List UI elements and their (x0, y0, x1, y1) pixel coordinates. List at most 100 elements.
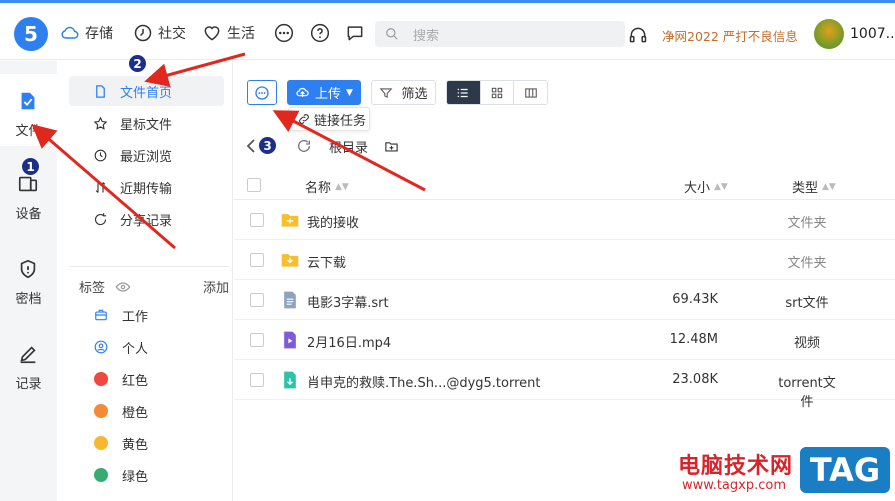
tag-item-orange[interactable]: 橙色 (94, 401, 148, 421)
left-rail: 文件 设备 密档 记录 (0, 61, 57, 501)
tags-header: 标签 添加 (79, 277, 229, 296)
new-folder-icon (385, 141, 398, 151)
more-actions-button[interactable] (247, 80, 277, 105)
add-tag-button[interactable]: 添加 (203, 277, 229, 296)
row-checkbox[interactable] (250, 213, 264, 227)
file-menu-panel: 文件首页 星标文件 最近浏览 近期传输 分享记录 标签 添加 工作 个人 红色 … (57, 61, 233, 501)
person-icon (94, 340, 108, 354)
table-row[interactable]: 电影3字幕.srt 69.43K srt文件 (234, 280, 895, 320)
column-type[interactable]: 类型 ▲▼ (792, 177, 836, 196)
nav-storage[interactable]: 存储 (60, 22, 113, 44)
view-mode-switch (446, 80, 548, 105)
list-view-button[interactable] (447, 81, 481, 104)
row-checkbox[interactable] (250, 253, 264, 267)
file-size: 69.43K (672, 292, 718, 307)
filter-button[interactable]: 筛选 (371, 80, 436, 105)
filter-icon (380, 87, 393, 98)
menu-item-starred[interactable]: 星标文件 (69, 108, 224, 138)
new-folder-button[interactable] (384, 136, 399, 156)
nav-life[interactable]: 生活 (202, 22, 255, 44)
file-type: 视频 (793, 336, 820, 351)
row-checkbox[interactable] (250, 373, 264, 387)
avatar[interactable] (814, 19, 844, 49)
file-name: 2月16日.mp4 (307, 336, 392, 351)
help-icon[interactable] (310, 23, 330, 43)
search-placeholder: 搜索 (413, 28, 440, 44)
table-row[interactable]: 云下载 文件夹 (234, 240, 895, 280)
file-type: srt文件 (785, 296, 829, 311)
grid-icon (491, 87, 503, 98)
column-view-button[interactable] (514, 81, 547, 104)
tag-item-green[interactable]: 绿色 (94, 465, 148, 485)
file-name: 电影3字幕.srt (307, 296, 389, 311)
row-checkbox[interactable] (250, 333, 264, 347)
column-size-label: 大小 (684, 181, 711, 196)
yellow-dot-icon (94, 436, 108, 450)
list-icon (457, 88, 468, 97)
menu-item-recent[interactable]: 最近浏览 (69, 140, 224, 170)
menu-item-transfers[interactable]: 近期传输 (69, 172, 224, 202)
table-row[interactable]: 肖申克的救赎.The.Sh...@dyg5.torrent 23.08K tor… (234, 360, 895, 410)
chevron-left-icon (246, 139, 255, 153)
step-badge-3: 3 (258, 136, 277, 155)
clock-icon (134, 24, 152, 42)
table-row[interactable]: 我的接收 文件夹 (234, 200, 895, 240)
sort-icon: ▲▼ (822, 181, 836, 192)
watermark-tag-logo: TAG (800, 447, 890, 493)
grid-view-button[interactable] (481, 81, 515, 104)
nav-social[interactable]: 社交 (133, 22, 186, 44)
red-dot-icon (94, 372, 108, 386)
rail-item-files[interactable]: 文件 (0, 74, 57, 146)
file-type: 文件夹 (787, 256, 827, 271)
file-type: torrent文件 (778, 376, 836, 410)
column-name[interactable]: 名称 ▲▼ (305, 177, 349, 196)
green-dot-icon (94, 468, 108, 482)
menu-item-label: 星标文件 (120, 117, 173, 133)
tag-label: 红色 (122, 373, 149, 389)
upload-button[interactable]: 上传 ▼ (287, 80, 361, 105)
menu-item-shares[interactable]: 分享记录 (69, 204, 224, 234)
table-row[interactable]: 2月16日.mp4 12.48M 视频 (234, 320, 895, 360)
tag-item-work[interactable]: 工作 (94, 305, 148, 325)
column-size[interactable]: 大小 ▲▼ (684, 177, 728, 196)
tag-item-yellow[interactable]: 黄色 (94, 433, 148, 453)
tag-item-red[interactable]: 红色 (94, 369, 148, 389)
briefcase-icon (95, 309, 107, 321)
back-button[interactable] (245, 136, 257, 156)
menu-item-home[interactable]: 文件首页 (69, 76, 224, 106)
top-bar: 5 存储 社交 生活 搜索 净网2022 严打不良信息 1007... (0, 3, 895, 60)
app-logo[interactable]: 5 (14, 17, 48, 51)
select-all-checkbox[interactable] (247, 178, 261, 192)
tag-item-personal[interactable]: 个人 (94, 337, 148, 357)
more-dots-icon[interactable] (274, 23, 294, 43)
tag-label: 绿色 (122, 469, 149, 485)
file-name: 我的接收 (307, 216, 360, 231)
chevron-down-icon: ▼ (346, 87, 353, 98)
step-badge-1: 1 (21, 157, 40, 176)
chat-icon[interactable] (345, 23, 365, 43)
headset-icon[interactable] (628, 25, 648, 45)
file-size: 12.48M (669, 332, 718, 347)
history-icon (94, 149, 107, 161)
rail-item-label: 设备 (15, 207, 42, 222)
search-input[interactable]: 搜索 (375, 21, 625, 47)
eye-icon[interactable] (115, 279, 131, 295)
step-badge-2: 2 (128, 54, 147, 73)
link-task-tooltip[interactable]: 链接任务 (288, 107, 370, 131)
transfer-icon (95, 181, 106, 193)
tag-label: 个人 (122, 341, 149, 357)
rail-item-records[interactable]: 记录 (0, 327, 57, 399)
user-name[interactable]: 1007... (850, 26, 895, 42)
row-checkbox[interactable] (250, 293, 264, 307)
sort-icon: ▲▼ (714, 181, 728, 192)
rail-item-vault[interactable]: 密档 (0, 242, 57, 314)
cloud-icon (61, 26, 79, 39)
torrent-file-icon (284, 371, 296, 389)
refresh-button[interactable] (296, 136, 312, 156)
breadcrumb-root[interactable]: 根目录 (329, 137, 368, 156)
promo-link[interactable]: 净网2022 严打不良信息 (662, 26, 798, 45)
folder-icon (281, 254, 299, 267)
breadcrumb[interactable]: 根目录 (329, 136, 368, 156)
shield-icon (20, 259, 36, 279)
rail-item-label: 记录 (15, 377, 42, 392)
